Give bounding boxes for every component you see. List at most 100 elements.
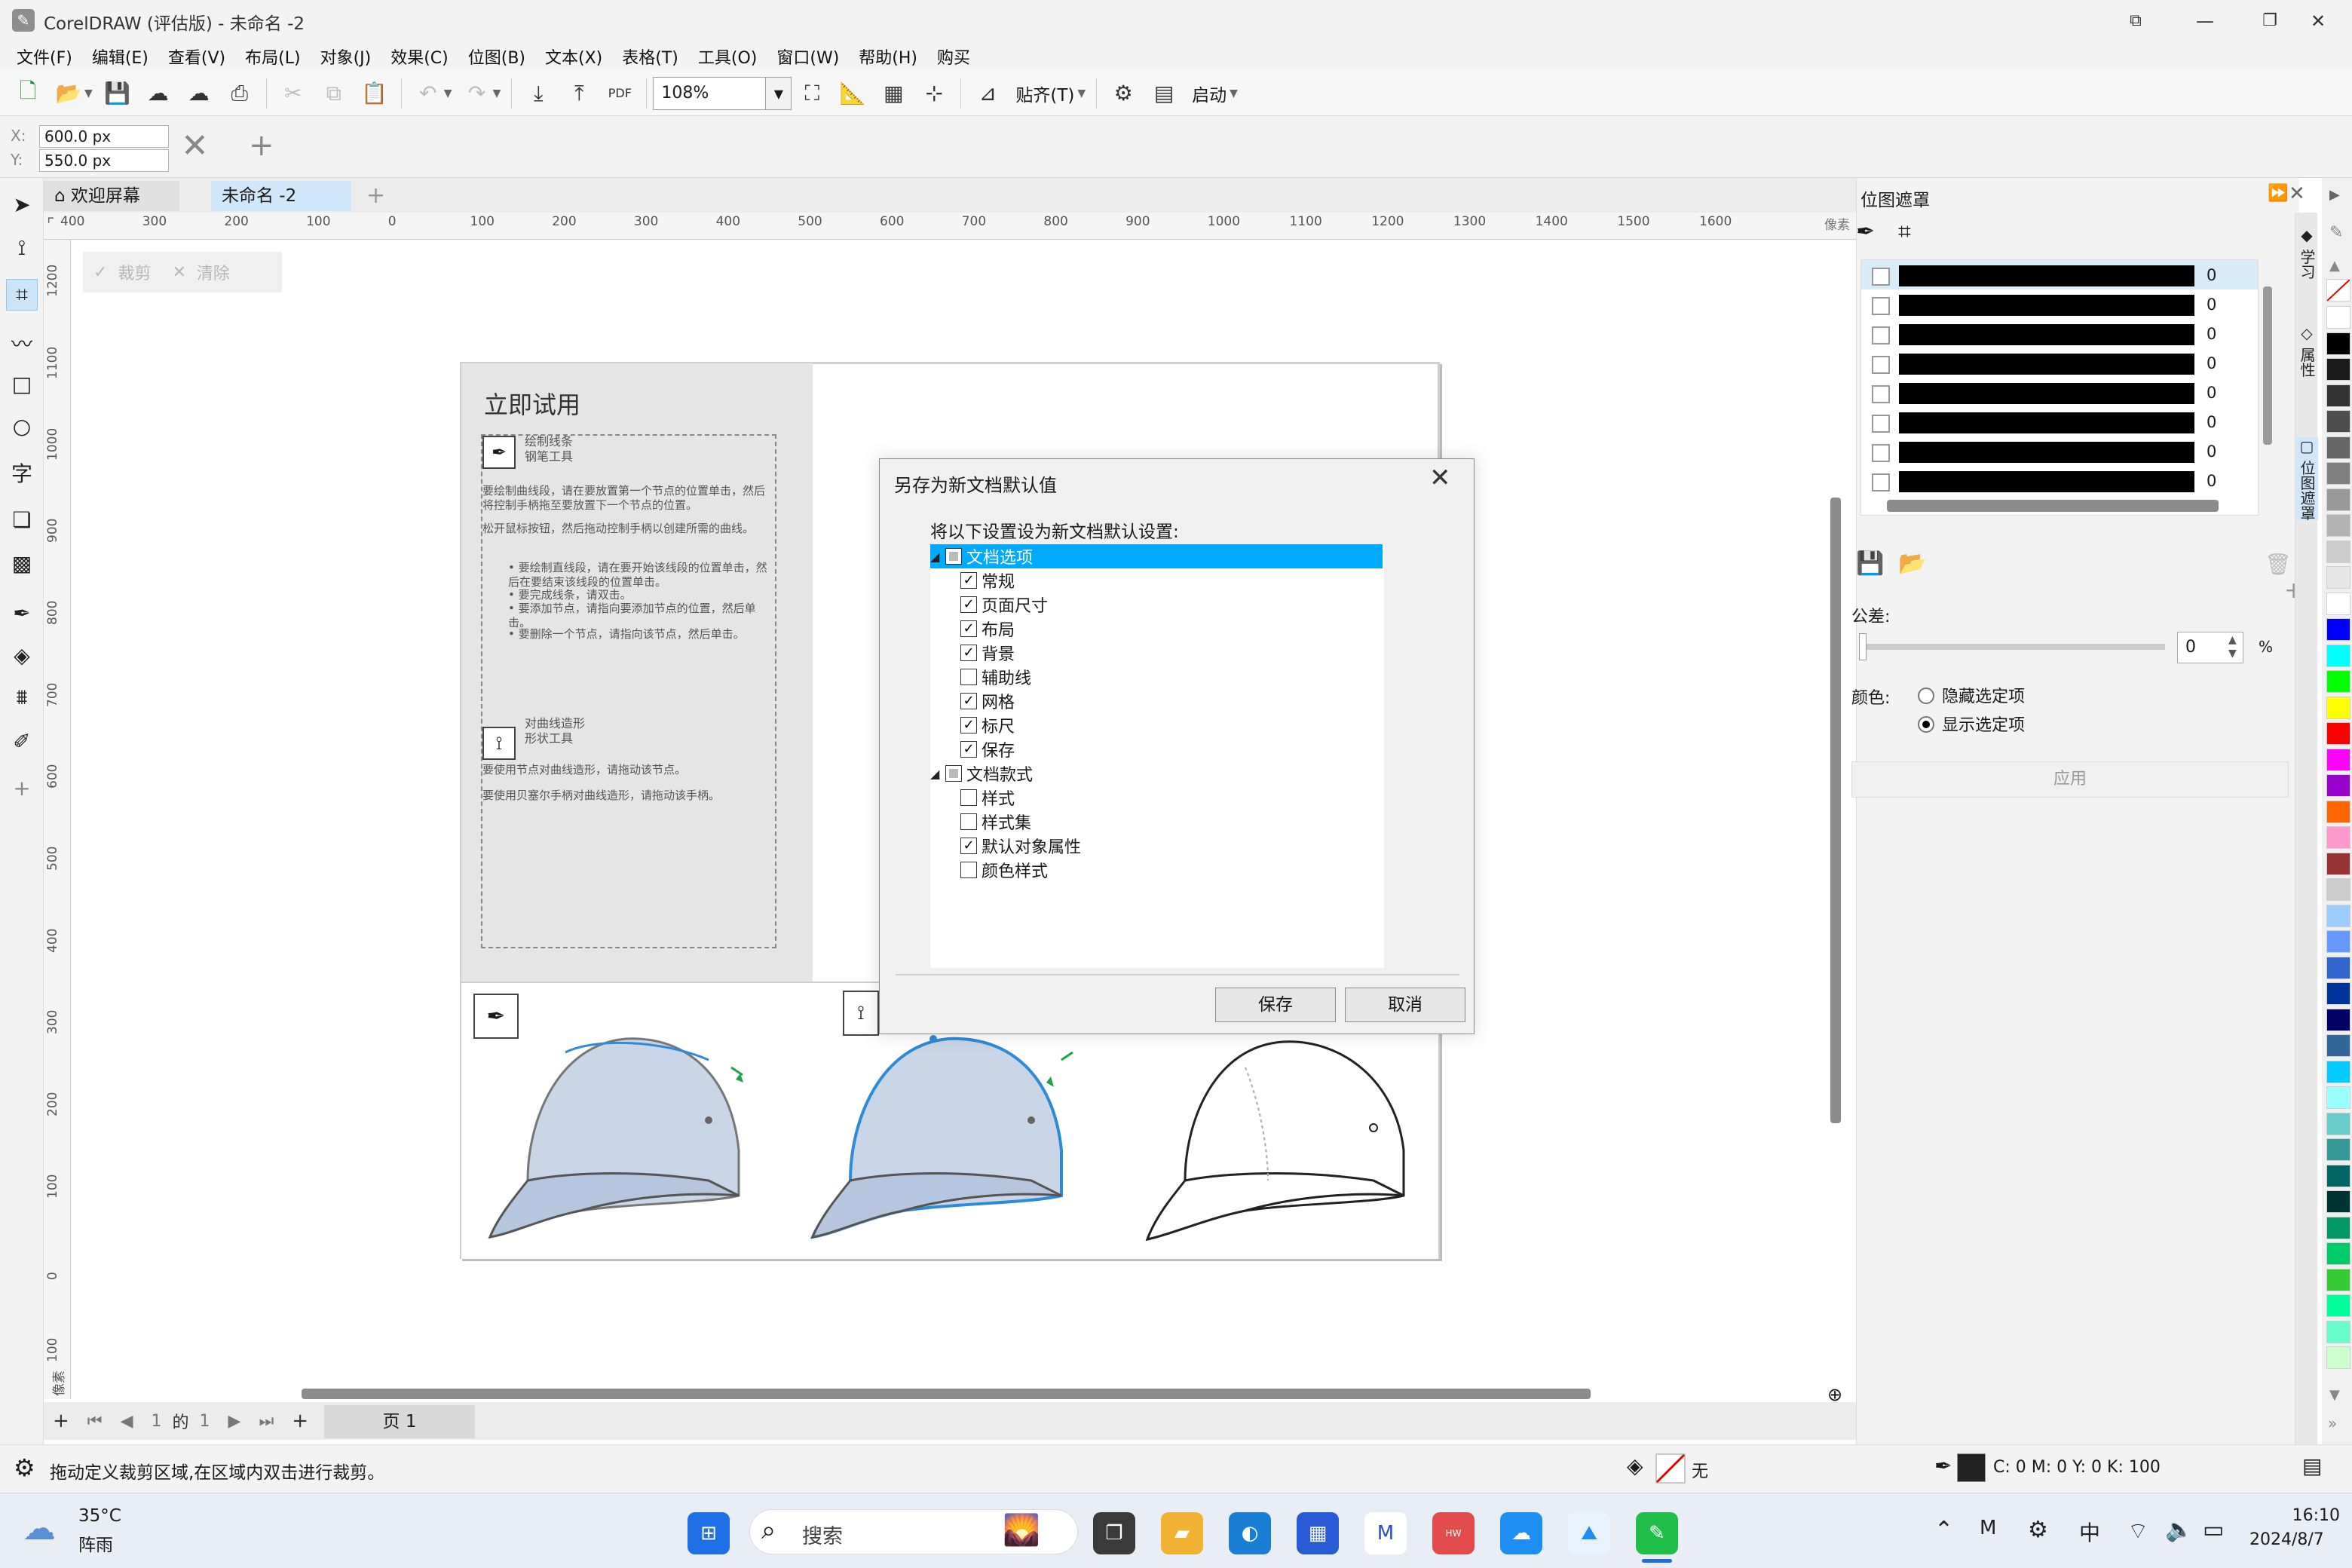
add-page-icon[interactable]: + [292, 1410, 308, 1432]
palette-swatch[interactable] [2326, 436, 2350, 459]
menu-view[interactable]: 查看(V) [168, 44, 225, 69]
battery-icon[interactable]: ▭ [2203, 1517, 2224, 1543]
mask-checkbox[interactable] [1872, 385, 1890, 403]
chevron-down-icon[interactable]: ▼ [1077, 87, 1086, 100]
palette-swatch[interactable] [2326, 1164, 2350, 1187]
snap-to-dropdown[interactable]: 贴齐(T) [1015, 81, 1074, 106]
zoom-dropdown-icon[interactable]: ▼ [766, 76, 792, 110]
volume-icon[interactable]: 🔈 [2165, 1517, 2193, 1543]
list-item[interactable]: 0 [1861, 378, 2258, 407]
palette-swatch[interactable] [2326, 774, 2350, 797]
transparency-tool-icon[interactable]: ▩ [6, 547, 38, 579]
palette-swatch[interactable] [2326, 644, 2350, 667]
list-item[interactable]: 0 [1861, 407, 2258, 436]
save-icon[interactable]: 💾 [101, 77, 134, 110]
checkbox[interactable]: ✓ [960, 645, 977, 661]
checkbox[interactable] [960, 789, 977, 806]
task-view-icon[interactable]: ❐ [1093, 1512, 1135, 1554]
chevron-down-icon[interactable]: ▼ [493, 87, 501, 100]
menu-text[interactable]: 文本(X) [545, 44, 602, 69]
palette-swatch[interactable] [2326, 332, 2350, 355]
new-document-icon[interactable]: 🗋 [11, 77, 44, 110]
chevron-down-icon[interactable]: ▼ [2329, 1387, 2340, 1403]
eyedropper-icon[interactable]: ✎ [2329, 223, 2343, 242]
tab-learn[interactable]: ◆ 学习 [2296, 226, 2318, 279]
clear-crop-icon[interactable]: ✕ [181, 127, 209, 165]
collapse-icon[interactable]: ◢ [930, 550, 945, 564]
app-m-icon[interactable]: M [1364, 1512, 1407, 1554]
horizontal-scrollbar[interactable] [302, 1389, 1591, 1399]
menu-tools[interactable]: 工具(O) [698, 44, 757, 69]
menu-file[interactable]: 文件(F) [17, 44, 72, 69]
restore-window-icon[interactable]: ⧉ [2102, 0, 2170, 42]
open-mask-icon[interactable]: 📂 [1898, 550, 1926, 577]
tab-properties[interactable]: ◇ 属性 [2296, 324, 2318, 377]
palette-swatch[interactable] [2326, 800, 2350, 823]
checkbox[interactable]: ✓ [960, 572, 977, 589]
smart-fill-tool-icon[interactable]: ⩩ [6, 681, 38, 713]
text-tool-icon[interactable]: 字 [6, 457, 38, 488]
options-gear-icon[interactable]: ⚙ [1107, 77, 1140, 110]
freehand-tool-icon[interactable]: 〰 [6, 327, 38, 359]
cut-icon[interactable]: ✂ [277, 77, 310, 110]
checkbox[interactable] [960, 813, 977, 830]
zoom-level-input[interactable]: 108% [653, 76, 767, 110]
edge-browser-icon[interactable]: ◐ [1229, 1512, 1271, 1554]
checkbox[interactable]: ✓ [960, 596, 977, 613]
minimize-button[interactable]: — [2171, 0, 2239, 42]
document-palette-icon[interactable]: ▤ [2302, 1453, 2322, 1478]
previous-page-icon[interactable]: ◀ [121, 1412, 133, 1431]
palette-swatch[interactable] [2326, 488, 2350, 511]
expand-palette-icon[interactable]: » [2328, 1414, 2337, 1432]
mask-checkbox[interactable] [1872, 268, 1890, 286]
settings-gear-icon[interactable]: ⚙ [14, 1453, 35, 1482]
undo-icon[interactable]: ↶ [412, 77, 445, 110]
list-item[interactable]: 0 [1861, 436, 2258, 466]
expand-docker-icon[interactable]: ⏩ [2268, 184, 2288, 203]
palette-swatch[interactable] [2326, 1320, 2350, 1343]
ruler-origin-icon[interactable]: ⌜ [47, 216, 54, 234]
chevron-up-icon[interactable]: ▲ [2329, 258, 2340, 274]
cloud-upload-icon[interactable]: ☁ [142, 77, 175, 110]
launch-dropdown[interactable]: 启动 [1192, 81, 1227, 106]
palette-swatch[interactable] [2326, 748, 2350, 771]
tolerance-slider[interactable] [1860, 644, 2165, 650]
palette-swatch[interactable] [2326, 1216, 2350, 1239]
palette-swatch[interactable] [2326, 540, 2350, 563]
menu-object[interactable]: 对象(J) [320, 44, 372, 69]
palette-swatch[interactable] [2326, 852, 2350, 875]
tray-settings-icon[interactable]: ⚙ [2028, 1517, 2048, 1543]
mask-checkbox[interactable] [1872, 473, 1890, 492]
palette-swatch[interactable] [2326, 462, 2350, 485]
spinner-icon[interactable]: ▲ ▼ [2228, 633, 2237, 660]
list-item[interactable]: 0 [1861, 319, 2258, 348]
checkbox[interactable]: ✓ [960, 838, 977, 854]
ellipse-tool-icon[interactable]: ○ [6, 410, 38, 442]
rectangle-tool-icon[interactable]: □ [6, 368, 38, 400]
tab-bitmap-mask[interactable]: ▢ 位图遮罩 [2296, 437, 2318, 521]
palette-swatch[interactable] [2326, 956, 2350, 979]
palette-swatch[interactable] [2326, 1268, 2350, 1291]
tree-item-grid[interactable]: ✓ 网格 [960, 689, 1015, 713]
page-tab[interactable]: 页 1 [324, 1405, 475, 1438]
show-guidelines-icon[interactable]: ⊹ [917, 77, 951, 110]
palette-swatch[interactable] [2326, 1242, 2350, 1265]
tree-item-color-styles[interactable]: 颜色样式 [960, 858, 1048, 882]
menu-help[interactable]: 帮助(H) [859, 44, 917, 69]
snap-icon[interactable]: ⊿ [971, 77, 1004, 110]
x-position-input[interactable]: 600.0 px [39, 125, 169, 148]
vertical-ruler[interactable]: 1200 1100 1000 900 800 700 600 500 400 300 200 100 0… [44, 240, 71, 1399]
trash-icon[interactable]: 🗑 [2265, 552, 2292, 577]
tree-item-guidelines[interactable]: 辅助线 [960, 665, 1031, 689]
launch-icon[interactable]: ▤ [1147, 77, 1181, 110]
current-page[interactable]: 1 [152, 1412, 162, 1431]
y-position-input[interactable]: 550.0 px [39, 149, 169, 172]
fill-tool-icon[interactable]: ◈ [6, 639, 38, 671]
microsoft-store-icon[interactable]: ▦ [1297, 1512, 1339, 1554]
list-item[interactable]: 0 [1861, 289, 2258, 319]
copy-icon[interactable]: ⧉ [317, 77, 351, 110]
list-horizontal-scrollbar[interactable] [1887, 500, 2219, 512]
menu-table[interactable]: 表格(T) [622, 44, 678, 69]
chevron-down-icon[interactable]: ▼ [1230, 87, 1238, 100]
new-tab-icon[interactable]: + [356, 181, 396, 211]
